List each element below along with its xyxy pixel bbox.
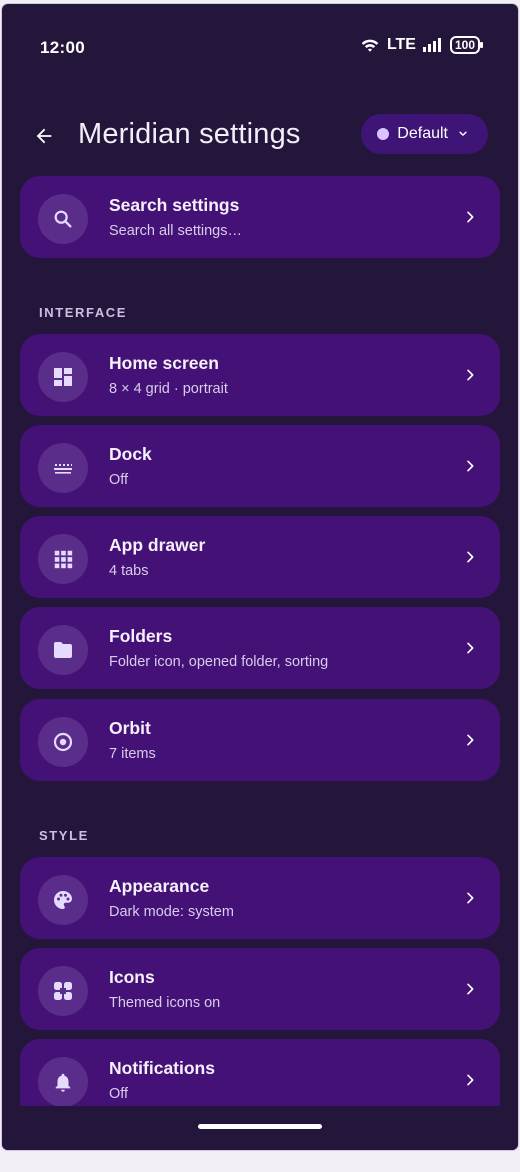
- notifications-icon-container: [38, 1057, 88, 1107]
- card-title: Folders: [109, 626, 173, 646]
- palette-icon: [54, 891, 72, 909]
- home-screen-card[interactable]: Home screen 8 × 4 grid · portrait: [20, 334, 500, 416]
- folders-card[interactable]: Folders Folder icon, opened folder, sort…: [20, 607, 500, 689]
- back-button[interactable]: [26, 118, 62, 154]
- icons-card[interactable]: Icons Themed icons on: [20, 948, 500, 1030]
- folders-icon-container: [38, 625, 88, 675]
- chevron-right-icon: [467, 642, 474, 654]
- search-icon-container: [38, 194, 88, 244]
- dock-card[interactable]: Dock Off: [20, 425, 500, 507]
- dock-icon: [54, 464, 72, 474]
- section-header-interface: INTERFACE: [39, 305, 128, 320]
- orbit-icon-container: [38, 717, 88, 767]
- status-time: 12:00: [40, 38, 85, 57]
- app-drawer-card[interactable]: App drawer 4 tabs: [20, 516, 500, 598]
- card-subtitle: Off: [109, 472, 129, 488]
- card-subtitle: Search all settings…: [109, 223, 242, 239]
- apps-grid-icon: [54, 550, 73, 569]
- card-title: Notifications: [109, 1058, 215, 1078]
- bell-icon: [55, 1073, 71, 1092]
- chevron-right-icon: [467, 551, 474, 563]
- home-indicator[interactable]: [198, 1124, 322, 1129]
- home-screen-icon-container: [38, 352, 88, 402]
- card-title: Search settings: [109, 195, 240, 215]
- profile-selector[interactable]: Default: [361, 114, 488, 154]
- card-subtitle: 8 × 4 grid · portrait: [109, 381, 228, 397]
- page-title: Meridian settings: [78, 118, 301, 150]
- dashboard-icon: [54, 368, 72, 386]
- app-header: Meridian settings Default: [2, 108, 518, 164]
- profile-dot: [377, 128, 390, 140]
- icons-icon-container: [38, 966, 88, 1016]
- section-header-style: STYLE: [39, 828, 89, 843]
- chevron-right-icon: [467, 369, 474, 381]
- chevron-right-icon: [467, 892, 474, 904]
- profile-label: Default: [397, 125, 448, 142]
- orbit-icon: [53, 732, 73, 752]
- chevron-right-icon: [467, 460, 474, 472]
- app-drawer-icon-container: [38, 534, 88, 584]
- chevron-down-icon: [459, 131, 467, 136]
- card-title: Dock: [109, 444, 152, 464]
- status-icons: LTE 100: [360, 36, 484, 54]
- orbit-card[interactable]: Orbit 7 items: [20, 699, 500, 781]
- phone-screen: 12:00 LTE 100 Meridian settings Default …: [2, 4, 518, 1150]
- chevron-right-icon: [467, 734, 474, 746]
- status-bar: 12:00 LTE 100: [2, 4, 518, 92]
- network-type: LTE: [386, 36, 416, 53]
- search-settings-card[interactable]: Search settings Search all settings…: [20, 176, 500, 258]
- chevron-right-icon: [467, 983, 474, 995]
- card-subtitle: Themed icons on: [109, 995, 221, 1011]
- card-subtitle: Off: [109, 1086, 129, 1102]
- card-title: App drawer: [109, 535, 206, 555]
- chevron-right-icon: [467, 1074, 474, 1086]
- dock-icon-container: [38, 443, 88, 493]
- chevron-right-icon: [467, 211, 474, 223]
- appearance-card[interactable]: Appearance Dark mode: system: [20, 857, 500, 939]
- signal-icon: [422, 38, 441, 52]
- card-subtitle: 4 tabs: [109, 563, 149, 579]
- card-title: Orbit: [109, 718, 151, 738]
- arrow-back-icon: [36, 128, 52, 144]
- card-title: Icons: [109, 967, 155, 987]
- card-subtitle: Folder icon, opened folder, sorting: [109, 654, 329, 670]
- appearance-icon-container: [38, 875, 88, 925]
- card-title: Home screen: [109, 353, 219, 373]
- folder-icon: [54, 642, 72, 658]
- card-subtitle: Dark mode: system: [109, 904, 234, 920]
- battery-indicator: 100: [449, 36, 484, 54]
- icon-shapes-icon: [54, 982, 72, 1000]
- card-title: Appearance: [109, 876, 210, 896]
- wifi-icon: [361, 39, 379, 52]
- search-icon: [54, 210, 72, 228]
- card-subtitle: 7 items: [109, 746, 156, 762]
